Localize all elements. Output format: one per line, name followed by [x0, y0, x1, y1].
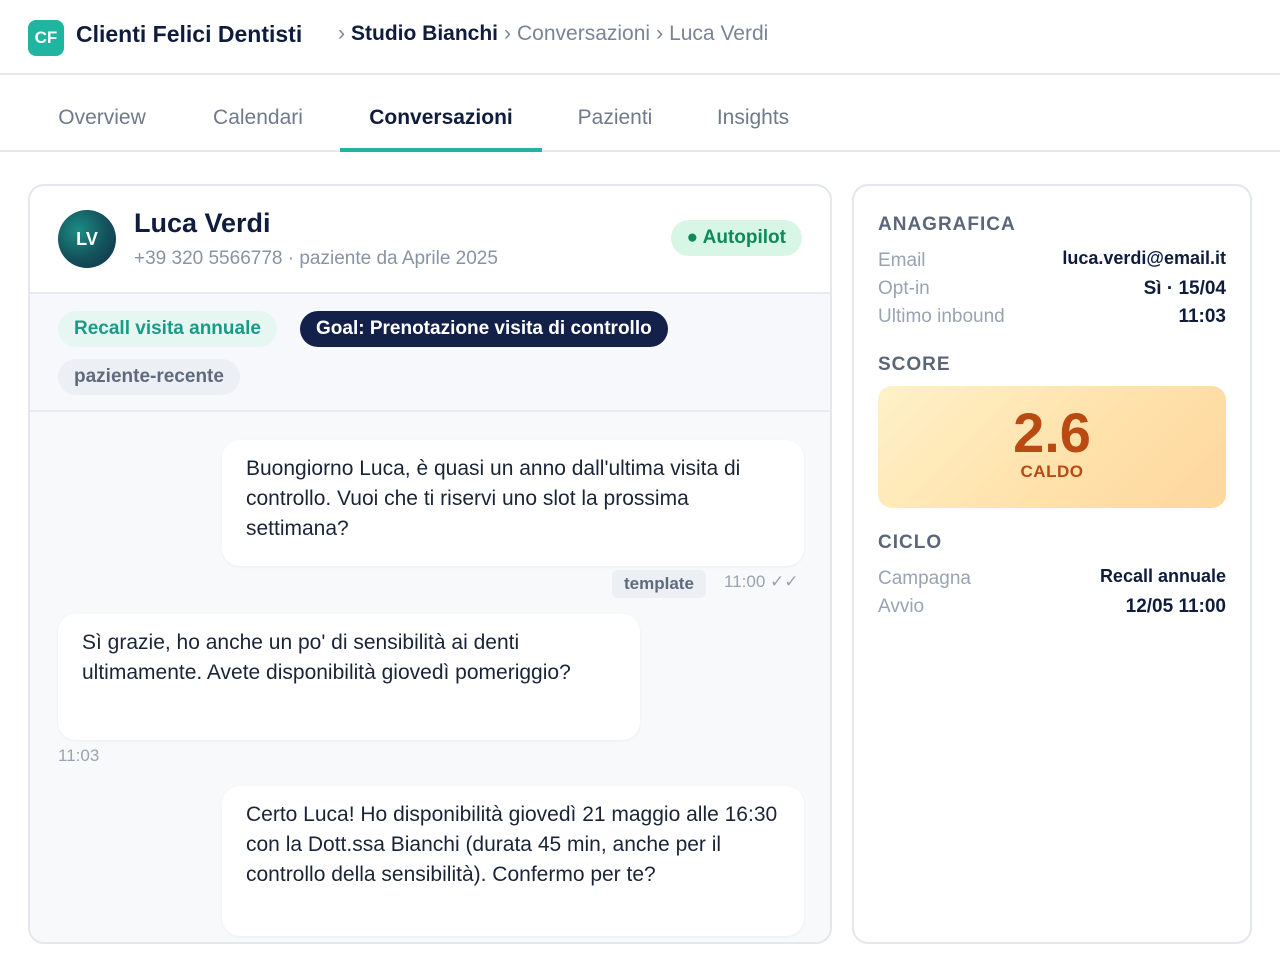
read-receipt-icon: ✓✓ — [770, 572, 799, 591]
section-title-score: SCORE — [878, 354, 951, 375]
campaign-tag[interactable]: Recall visita annuale — [58, 311, 277, 347]
message-time: 11:00 — [724, 572, 766, 591]
tab-conversazioni[interactable]: Conversazioni — [340, 75, 542, 152]
patient-subtitle: +39 320 5566778 · paziente da Aprile 202… — [134, 248, 498, 269]
conversation-header: LV Luca Verdi +39 320 5566778 · paziente… — [30, 186, 830, 294]
campaign-label: Campagna — [878, 568, 971, 589]
campaign-value: Recall annuale — [1099, 566, 1226, 586]
tab-insights[interactable]: Insights — [688, 75, 818, 150]
breadcrumb-separator: › — [338, 22, 345, 45]
score-label: CALDO — [1020, 462, 1084, 481]
score-value: 2.6 — [1013, 401, 1091, 464]
outbound-message: Certo Luca! Ho disponibilità giovedì 21 … — [222, 786, 804, 936]
patient-details-panel: ANAGRAFICA Email luca.verdi@email.it Opt… — [852, 184, 1252, 944]
optin-value: Sì · 15/04 — [1143, 278, 1226, 299]
section-title-anagrafica: ANAGRAFICA — [878, 214, 1016, 235]
message-time: 11:03 — [58, 746, 100, 765]
avatar: LV — [58, 210, 116, 268]
goal-tag[interactable]: Goal: Prenotazione visita di controllo — [300, 311, 668, 347]
email-value[interactable]: luca.verdi@email.it — [1062, 248, 1226, 269]
brand-name[interactable]: Clienti Felici Dentisti — [76, 21, 302, 48]
tab-pazienti[interactable]: Pazienti — [550, 75, 680, 150]
optin-label: Opt-in — [878, 278, 930, 299]
tab-overview[interactable]: Overview — [28, 75, 176, 150]
tab-calendari[interactable]: Calendari — [184, 75, 332, 150]
start-value: 12/05 11:00 — [1125, 596, 1226, 617]
breadcrumb-separator: › — [504, 22, 511, 45]
label-tag[interactable]: paziente-recente — [58, 359, 240, 395]
breadcrumb-studio[interactable]: Studio Bianchi — [351, 22, 498, 45]
breadcrumb-section[interactable]: Conversazioni — [517, 22, 650, 45]
email-label: Email — [878, 250, 926, 271]
top-bar: CF Clienti Felici Dentisti › Studio Bianc… — [0, 0, 1280, 75]
message-thread[interactable]: Buongiorno Luca, è quasi un anno dall'ul… — [30, 412, 830, 942]
breadcrumb: › Studio Bianchi › Conversazioni › Luca Verdi — [338, 22, 768, 46]
last-inbound-label: Ultimo inbound — [878, 306, 1005, 327]
breadcrumb-patient: Luca Verdi — [669, 22, 769, 45]
breadcrumb-separator: › — [656, 22, 664, 45]
start-label: Avvio — [878, 596, 925, 617]
template-tag: template — [612, 570, 706, 598]
outbound-message: Buongiorno Luca, è quasi un anno dall'ul… — [222, 440, 804, 566]
score-card: 2.6 CALDO — [878, 386, 1226, 508]
app-logo[interactable]: CF — [28, 20, 64, 56]
inbound-message: Sì grazie, ho anche un po' di sensibilit… — [58, 614, 640, 740]
section-title-ciclo: CICLO — [878, 532, 943, 553]
autopilot-badge[interactable]: ● Autopilot — [670, 220, 802, 256]
tab-bar: Overview Calendari Conversazioni Pazient… — [0, 75, 1280, 152]
conversation-panel: LV Luca Verdi +39 320 5566778 · paziente… — [28, 184, 832, 944]
tags-bar: Recall visita annuale Goal: Prenotazione… — [30, 294, 830, 412]
last-inbound-value: 11:03 — [1178, 306, 1226, 327]
message-meta: 11:00 ✓✓ — [724, 572, 799, 592]
patient-name: Luca Verdi — [134, 208, 271, 238]
